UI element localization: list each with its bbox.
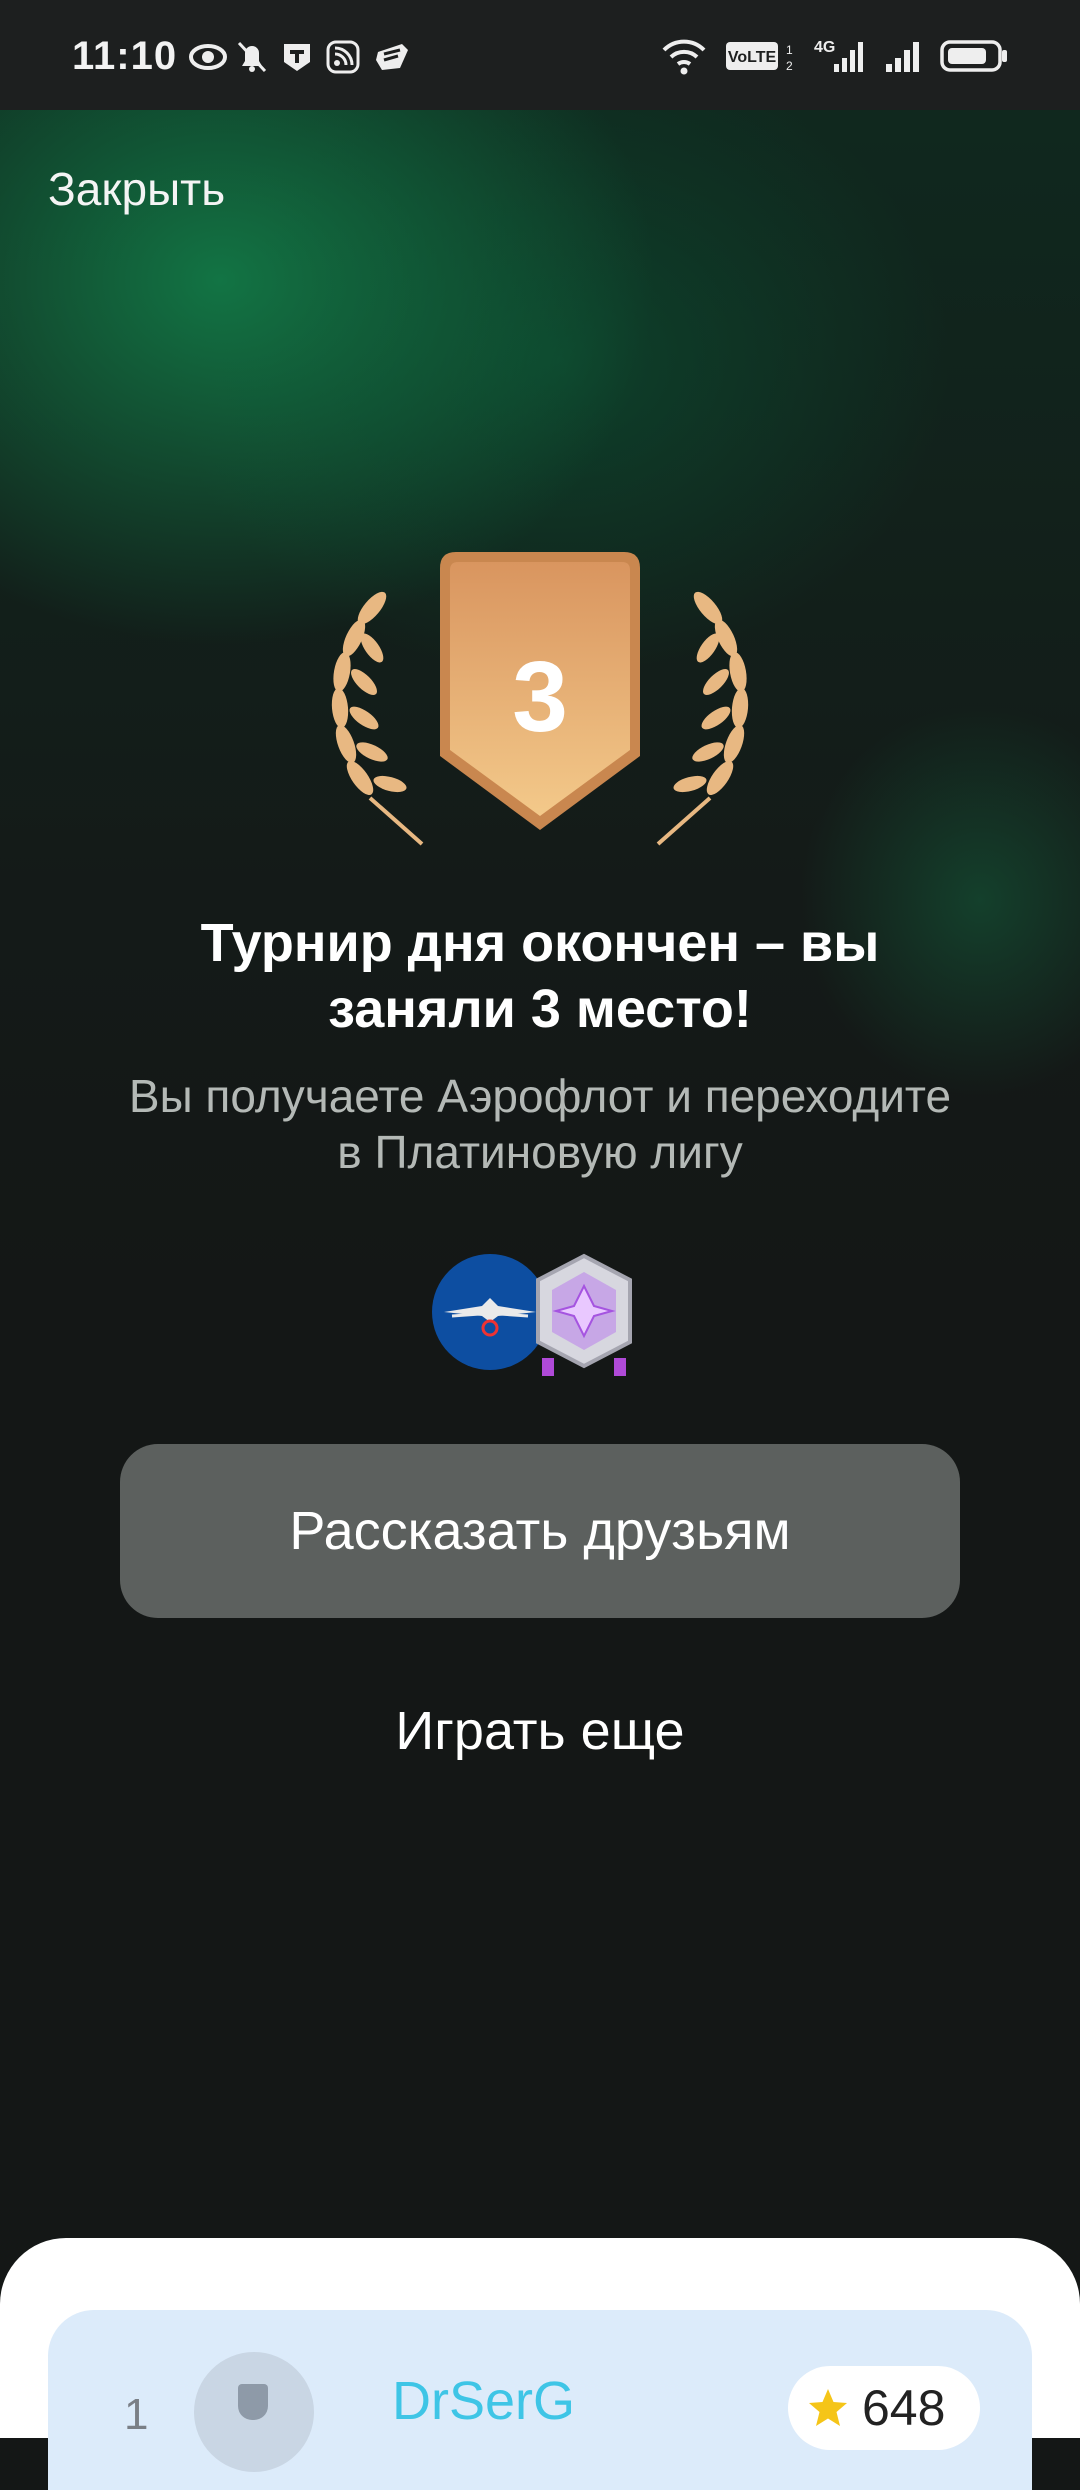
score-value: 648: [862, 2380, 946, 2436]
t-app-icon: [280, 40, 316, 74]
aeroflot-logo-icon: [432, 1254, 548, 1370]
eye-icon: [188, 40, 227, 74]
reward-icons: [430, 1250, 650, 1380]
close-button[interactable]: Закрыть: [48, 162, 225, 216]
cloud-app-icon: [372, 40, 408, 74]
star-icon: [809, 2389, 847, 2426]
avatar-placeholder-icon: [238, 2384, 268, 2420]
play-again-button[interactable]: Играть еще: [0, 1700, 1080, 1762]
status-time: 11:10: [72, 34, 178, 78]
place-badge: 3: [310, 548, 770, 848]
signal-icon: [884, 36, 924, 81]
platinum-league-icon: [536, 1253, 632, 1376]
place-number: 3: [512, 641, 568, 753]
leaderboard-rank: 1: [124, 2390, 149, 2439]
result-subline: Вы получаете Аэрофлот и переходите в Пла…: [128, 1070, 952, 1178]
volte-label: VoLTE: [728, 49, 777, 66]
network-type-label: 4G: [814, 39, 835, 56]
leaderboard-username: DrSerG: [392, 2371, 576, 2431]
background: [0, 0, 1080, 2412]
avatar: [194, 2352, 314, 2472]
result-headline: Турнир дня окончен – вы заняли 3 место!: [200, 913, 880, 1039]
wifi-icon: [660, 36, 708, 81]
status-left-icons: [188, 40, 408, 74]
svg-text:2: 2: [786, 59, 793, 73]
leaderboard-row[interactable]: 1 DrSerG 648: [48, 2310, 1032, 2490]
score-badge: 648: [788, 2366, 980, 2450]
share-with-friends-button[interactable]: Рассказать друзьям: [120, 1444, 960, 1618]
status-right-icons: VoLTE 1 2 4G: [660, 36, 1010, 81]
svg-text:1: 1: [786, 43, 793, 57]
battery-icon: [940, 36, 1010, 81]
4g-signal-icon: 4G: [812, 36, 868, 81]
status-bar: 11:10 VoLTE 1 2 4G: [0, 0, 1080, 110]
volte-icon: VoLTE 1 2: [724, 36, 796, 81]
leaderboard-sheet[interactable]: 1 DrSerG 648: [0, 2238, 1080, 2490]
rss-icon: [326, 40, 362, 74]
muted-bell-icon: [234, 40, 270, 74]
